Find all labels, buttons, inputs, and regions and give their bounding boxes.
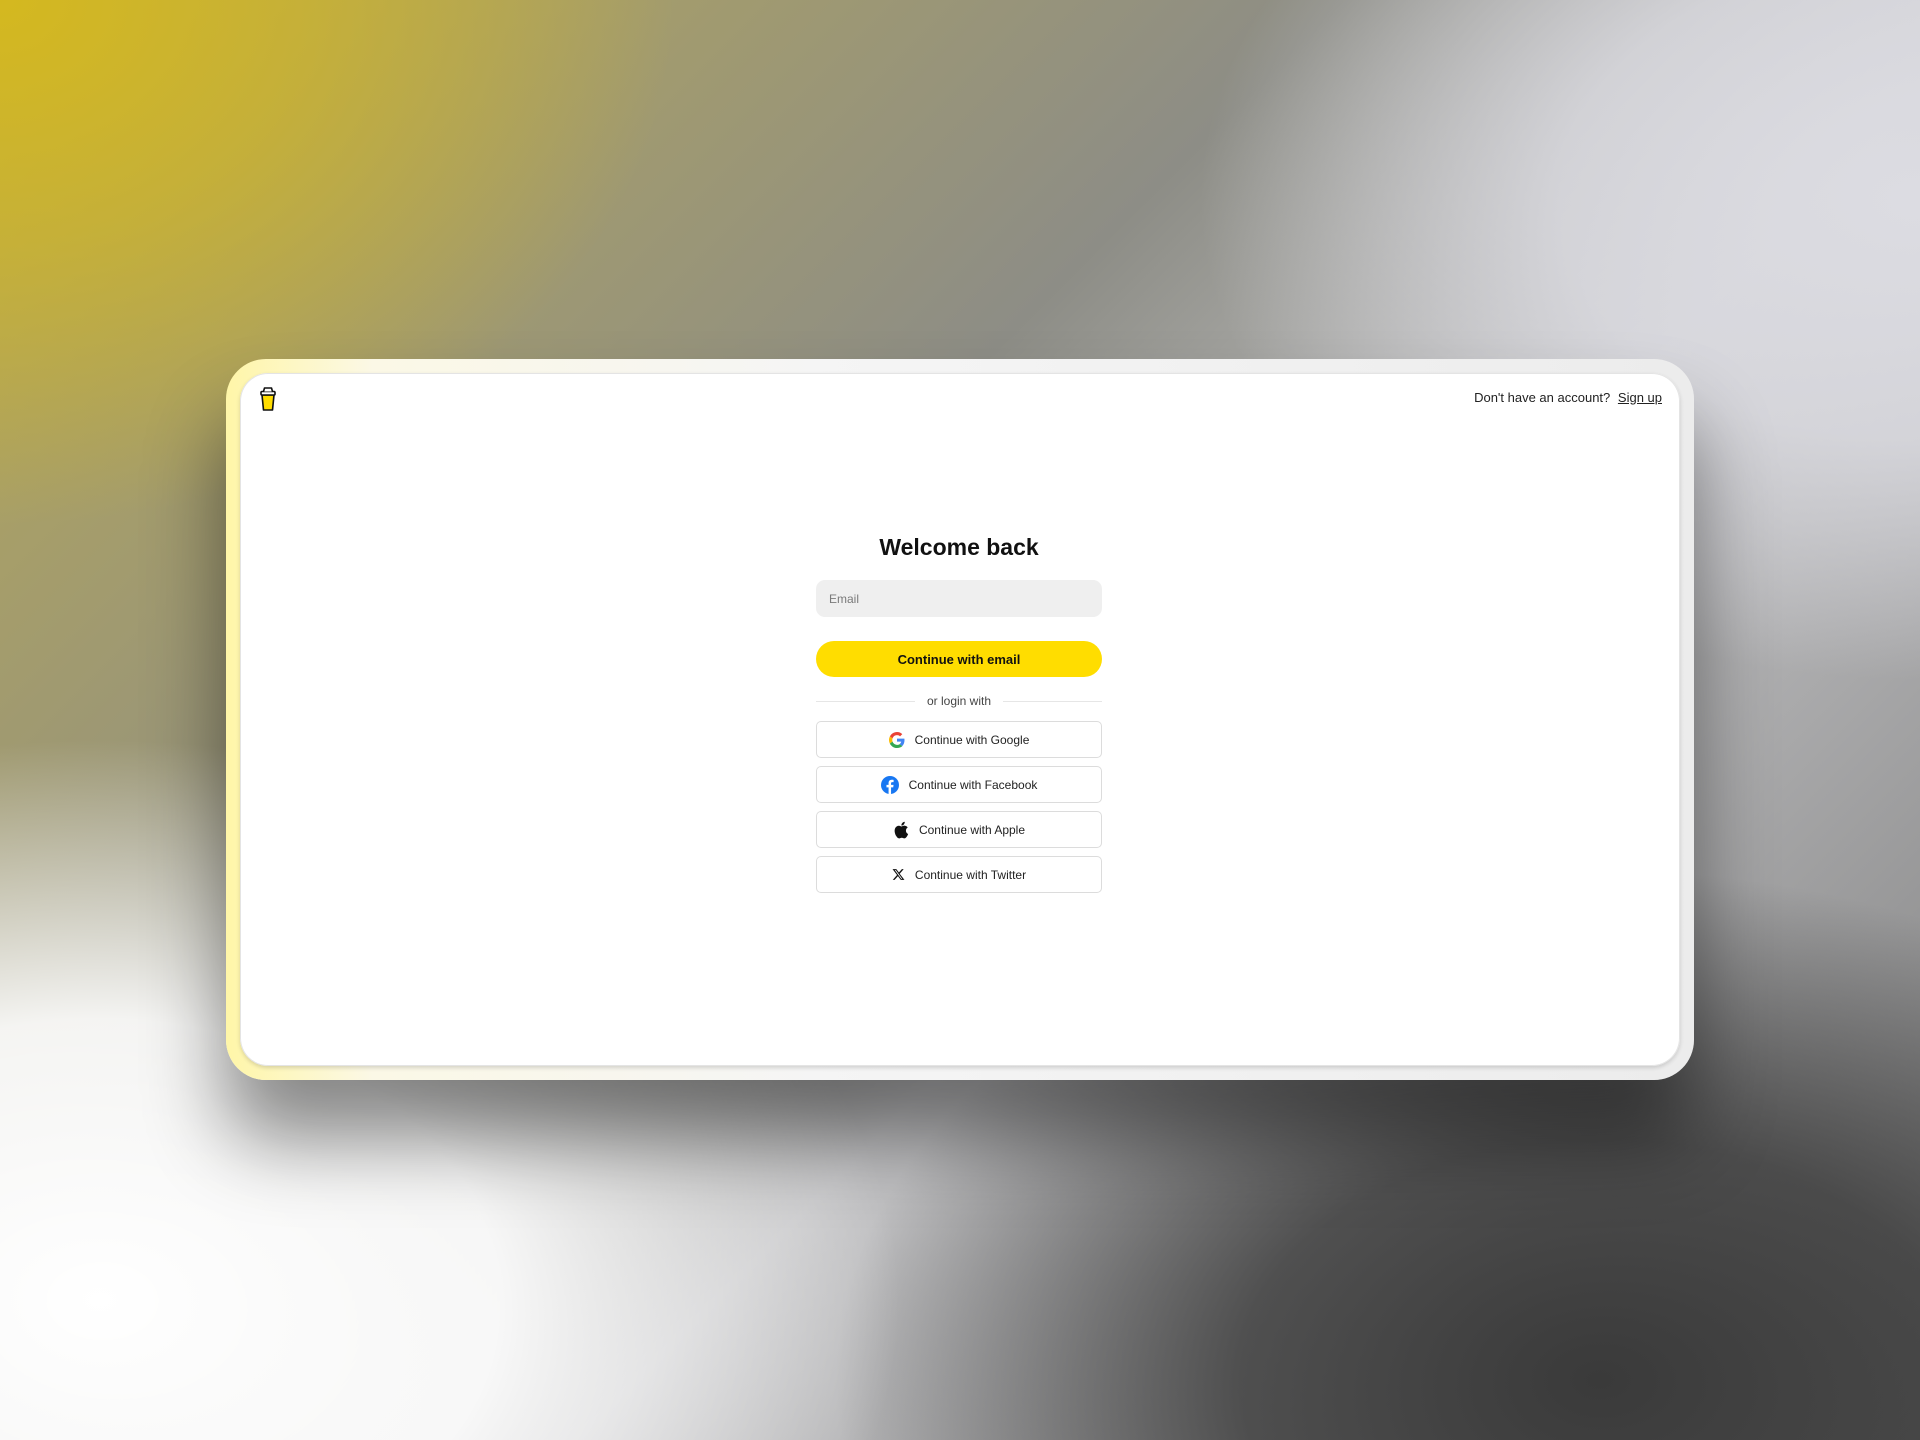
login-window: Don't have an account? Sign up Welcome b… (240, 373, 1680, 1066)
facebook-icon (880, 775, 899, 794)
continue-with-twitter-button[interactable]: Continue with Twitter (816, 856, 1102, 893)
divider-text: or login with (926, 694, 992, 708)
signup-prompt-text: Don't have an account? (1474, 390, 1611, 405)
continue-with-google-button[interactable]: Continue with Google (816, 721, 1102, 758)
divider-line-right (1003, 700, 1102, 702)
google-icon (888, 731, 905, 748)
google-button-label: Continue with Google (914, 732, 1030, 747)
social-login-list: Continue with Google Continue with Faceb… (816, 721, 1102, 893)
signup-prompt: Don't have an account? Sign up (1474, 390, 1662, 405)
divider-line-left (816, 700, 915, 702)
x-icon (892, 868, 905, 881)
continue-with-apple-button[interactable]: Continue with Apple (816, 811, 1102, 848)
twitter-button-label: Continue with Twitter (914, 867, 1027, 882)
email-field[interactable] (816, 580, 1102, 617)
coffee-cup-icon[interactable] (259, 386, 277, 412)
login-divider: or login with (816, 693, 1102, 709)
facebook-button-label: Continue with Facebook (908, 777, 1038, 792)
page-title: Welcome back (879, 534, 1039, 560)
apple-button-label: Continue with Apple (918, 822, 1026, 837)
continue-with-facebook-button[interactable]: Continue with Facebook (816, 766, 1102, 803)
login-form: Welcome back Continue with email or logi… (816, 531, 1102, 893)
apple-icon (893, 821, 909, 839)
signup-link[interactable]: Sign up (1618, 390, 1662, 405)
continue-with-email-button[interactable]: Continue with email (816, 641, 1102, 677)
